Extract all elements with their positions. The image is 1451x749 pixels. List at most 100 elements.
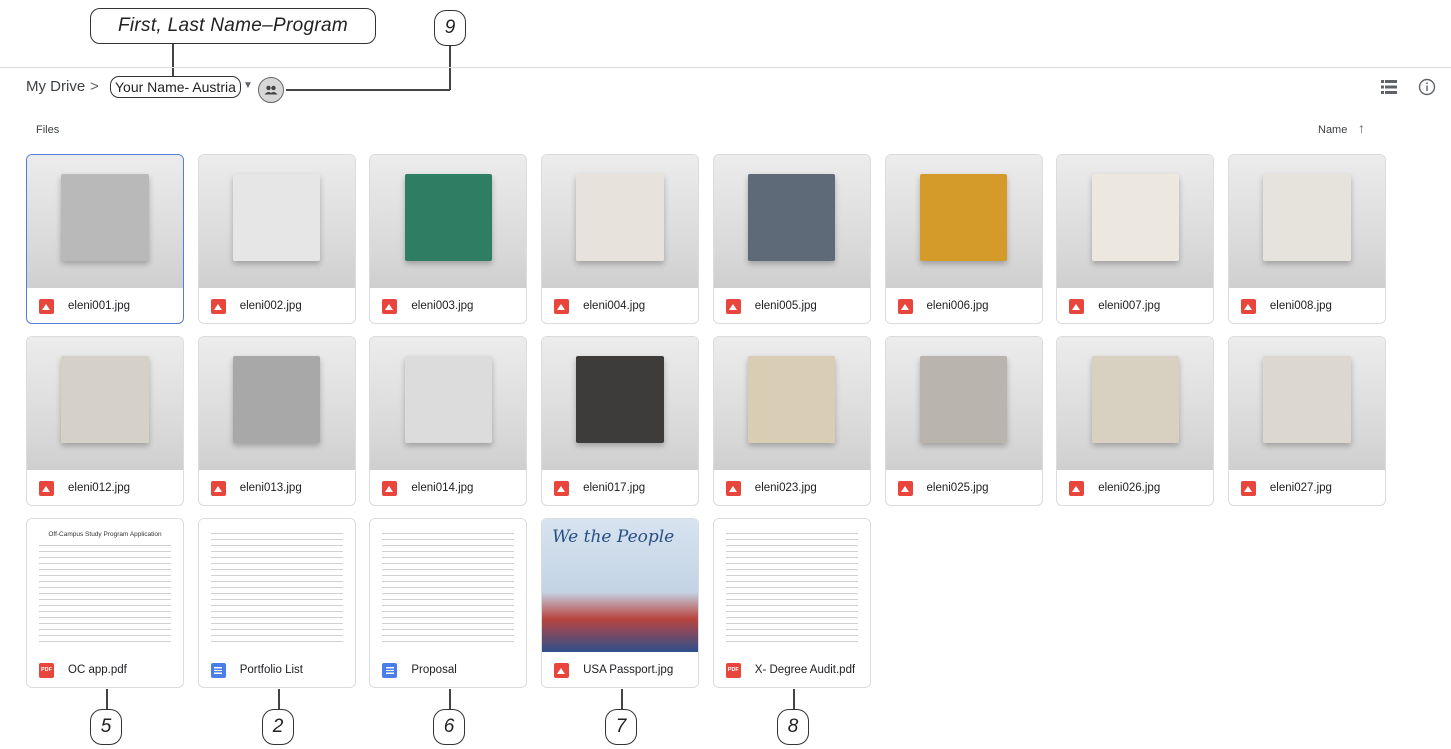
- file-card[interactable]: Off-Campus Study Program Application PDF O…: [26, 518, 184, 688]
- file-footer: eleni002.jpg: [199, 288, 355, 323]
- thumbnail-artwork: [748, 355, 836, 444]
- file-footer: eleni014.jpg: [370, 470, 526, 505]
- file-card[interactable]: eleni017.jpg: [541, 336, 700, 506]
- callout-2: 2: [262, 709, 294, 745]
- name-format-callout: First, Last Name–Program: [90, 8, 376, 44]
- file-thumbnail: [198, 155, 355, 288]
- file-name: eleni008.jpg: [1269, 300, 1332, 312]
- top-divider: [0, 67, 1451, 68]
- file-footer: eleni004.jpg: [542, 288, 698, 323]
- callout-connector: [449, 689, 451, 709]
- file-card[interactable]: eleni026.jpg: [1056, 336, 1215, 506]
- file-footer: eleni008.jpg: [1229, 288, 1385, 323]
- file-footer: USA Passport.jpg: [542, 652, 698, 687]
- passport-title: We the People: [552, 527, 675, 547]
- thumbnail-artwork: [919, 173, 1008, 262]
- file-card[interactable]: eleni027.jpg: [1227, 336, 1386, 506]
- file-card[interactable]: eleni012.jpg: [26, 336, 184, 506]
- image-file-icon: [210, 298, 226, 314]
- file-name: USA Passport.jpg: [583, 664, 674, 676]
- file-thumbnail: [713, 337, 870, 470]
- file-name: eleni027.jpg: [1269, 482, 1332, 494]
- callout-connector: [172, 44, 174, 77]
- file-footer: eleni001.jpg: [27, 288, 183, 323]
- thumbnail-artwork: [404, 173, 493, 262]
- breadcrumb-current-folder[interactable]: Your Name- Austria: [110, 76, 241, 98]
- docs-file-icon: [210, 662, 226, 678]
- file-footer: eleni023.jpg: [714, 470, 870, 505]
- file-thumbnail: [27, 155, 183, 288]
- file-footer: eleni003.jpg: [370, 288, 526, 323]
- file-footer: eleni005.jpg: [714, 288, 870, 323]
- file-name: OC app.pdf: [68, 664, 127, 676]
- callout-8: 8: [777, 709, 809, 745]
- file-footer: eleni007.jpg: [1057, 288, 1213, 323]
- file-thumbnail: Off-Campus Study Program Application: [27, 519, 183, 652]
- file-footer: eleni027.jpg: [1229, 470, 1385, 505]
- thumbnail-artwork: [404, 355, 493, 444]
- file-card[interactable]: eleni004.jpg: [541, 154, 700, 324]
- file-card[interactable]: eleni003.jpg: [369, 154, 528, 324]
- file-card[interactable]: Portfolio List: [197, 518, 356, 688]
- breadcrumb-separator: >: [90, 78, 99, 95]
- file-card[interactable]: Proposal: [369, 518, 528, 688]
- file-thumbnail: [713, 155, 870, 288]
- file-name: eleni007.jpg: [1098, 300, 1161, 312]
- pdf-file-icon: PDF: [725, 662, 741, 678]
- breadcrumb-my-drive[interactable]: My Drive: [26, 78, 85, 95]
- thumbnail-artwork: [61, 173, 149, 262]
- file-card[interactable]: eleni006.jpg: [884, 154, 1043, 324]
- folder-name: Your Name- Austria: [115, 79, 236, 95]
- file-thumbnail: [27, 337, 183, 470]
- callout-6: 6: [433, 709, 465, 745]
- file-card[interactable]: eleni001.jpg: [26, 154, 184, 324]
- file-card[interactable]: eleni005.jpg: [712, 154, 871, 324]
- file-name: Proposal: [411, 664, 457, 676]
- image-file-icon: [897, 480, 913, 496]
- image-file-icon: [725, 298, 741, 314]
- file-name: eleni003.jpg: [411, 300, 474, 312]
- image-file-icon: [897, 298, 913, 314]
- file-card[interactable]: eleni002.jpg: [197, 154, 356, 324]
- callout-7: 7: [605, 709, 637, 745]
- file-thumbnail: [542, 337, 699, 470]
- file-name: eleni002.jpg: [239, 300, 302, 312]
- chevron-down-icon[interactable]: ▼: [243, 80, 253, 91]
- file-card[interactable]: eleni023.jpg: [712, 336, 871, 506]
- image-file-icon: [1240, 480, 1256, 496]
- file-thumbnail: [1228, 337, 1385, 470]
- file-footer: Proposal: [370, 652, 526, 687]
- file-thumbnail: [885, 155, 1042, 288]
- file-card[interactable]: eleni013.jpg: [197, 336, 356, 506]
- arrow-up-icon[interactable]: ↑: [1358, 120, 1365, 136]
- image-file-icon: [382, 298, 398, 314]
- file-thumbnail: [1057, 155, 1214, 288]
- file-card[interactable]: We the People USA Passport.jpg: [541, 518, 700, 688]
- people-icon[interactable]: [258, 77, 284, 103]
- document-text-lines: [725, 533, 858, 644]
- file-card[interactable]: eleni014.jpg: [369, 336, 528, 506]
- thumbnail-artwork: [233, 355, 321, 444]
- file-name: eleni006.jpg: [926, 300, 989, 312]
- file-card[interactable]: eleni008.jpg: [1227, 154, 1386, 324]
- file-name: eleni012.jpg: [68, 482, 131, 494]
- file-footer: eleni026.jpg: [1057, 470, 1213, 505]
- file-footer: PDF X- Degree Audit.pdf: [714, 652, 870, 687]
- thumbnail-artwork: [1091, 173, 1179, 262]
- file-thumbnail: [198, 337, 355, 470]
- file-card[interactable]: PDF X- Degree Audit.pdf: [712, 518, 871, 688]
- callout-5: 5: [90, 709, 122, 745]
- info-icon[interactable]: [1418, 78, 1436, 96]
- file-thumbnail: We the People: [542, 519, 699, 652]
- files-section-label: Files: [36, 124, 60, 136]
- file-card[interactable]: eleni025.jpg: [884, 336, 1043, 506]
- thumbnail-artwork: [748, 173, 836, 262]
- document-text-lines: [39, 545, 171, 644]
- file-name: Portfolio List: [239, 664, 303, 676]
- list-view-icon[interactable]: [1381, 80, 1397, 94]
- file-footer: eleni017.jpg: [542, 470, 698, 505]
- file-thumbnail: [370, 519, 527, 652]
- thumbnail-artwork: [233, 173, 321, 262]
- file-card[interactable]: eleni007.jpg: [1056, 154, 1215, 324]
- sort-by-name[interactable]: Name: [1318, 124, 1347, 136]
